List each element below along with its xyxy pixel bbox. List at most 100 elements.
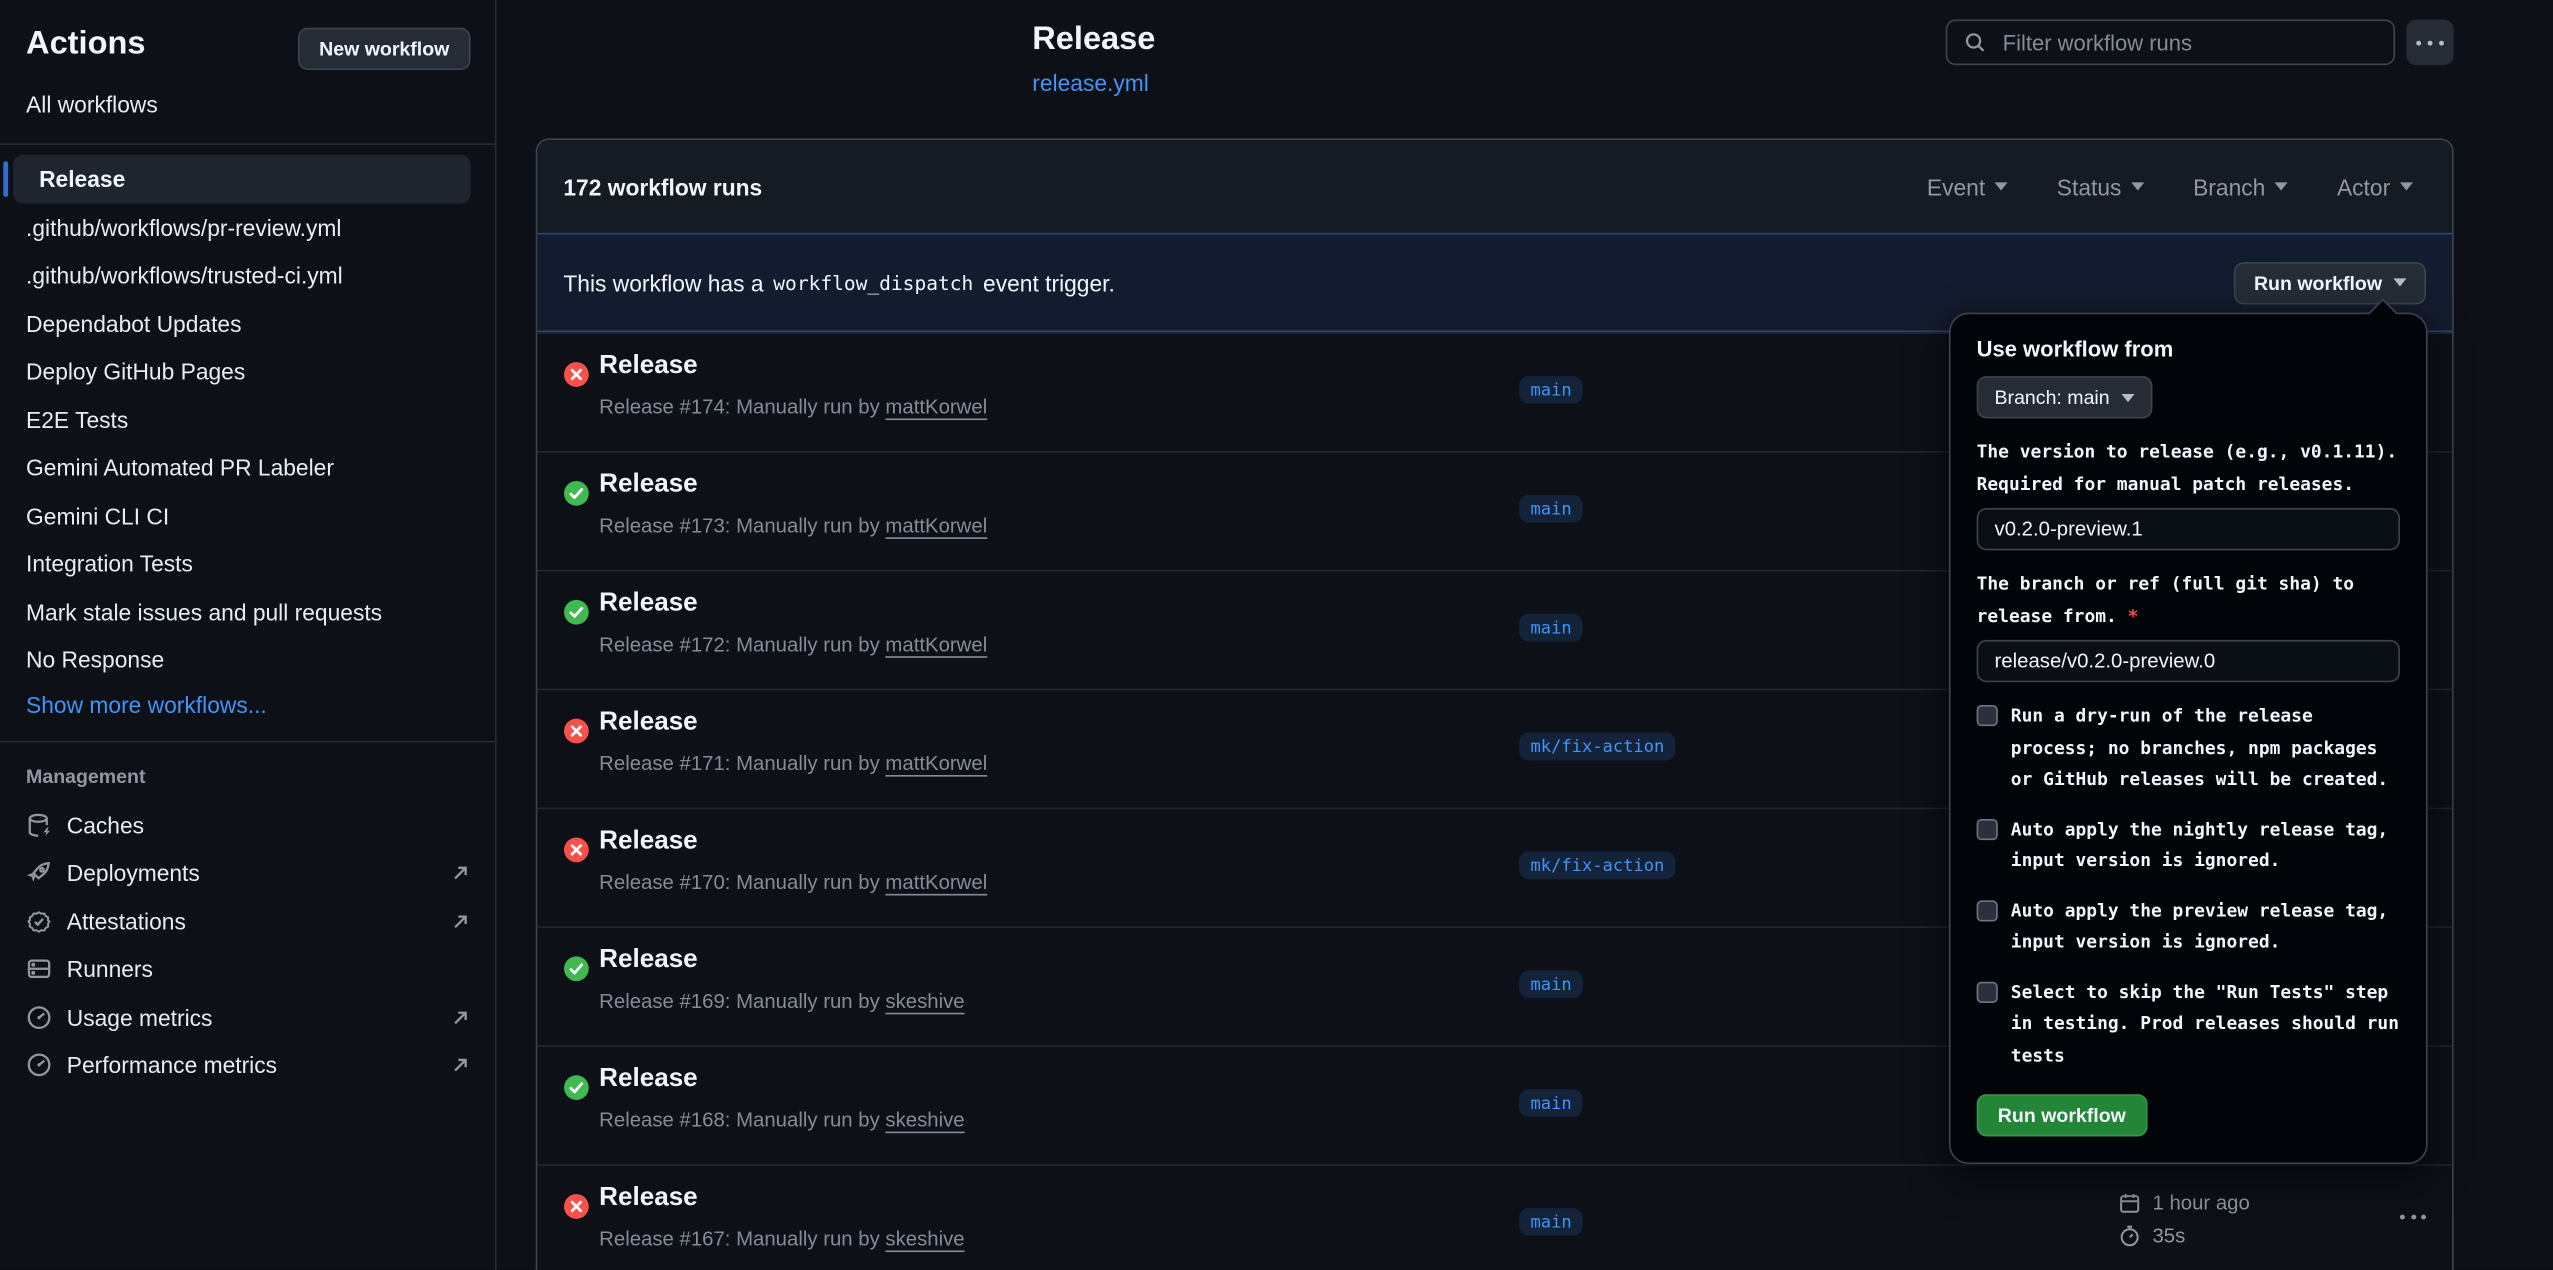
sidebar-divider: [0, 143, 497, 145]
sidebar: Actions New workflow All workflows Relea…: [0, 0, 497, 1270]
sidebar-item-deployments[interactable]: Deployments: [0, 849, 497, 897]
run-options-button[interactable]: [2400, 1215, 2426, 1220]
filter-workflow-runs-input[interactable]: [1999, 28, 2377, 56]
checkbox-label: Select to skip the "Run Tests" step in t…: [2011, 976, 2400, 1071]
cache-icon: [26, 812, 52, 838]
new-workflow-button[interactable]: New workflow: [298, 28, 471, 70]
checkbox-label: Run a dry-run of the release process; no…: [2011, 700, 2400, 795]
sidebar-divider: [0, 741, 497, 743]
checkbox[interactable]: [1977, 705, 1998, 726]
sidebar-workflow-item[interactable]: Gemini CLI CI: [0, 492, 497, 540]
actor-link[interactable]: skeshive: [885, 1228, 964, 1251]
run-title-link[interactable]: Release: [599, 827, 698, 856]
meter-icon: [26, 1052, 52, 1078]
run-status-icon: [563, 1075, 589, 1101]
checkbox[interactable]: [1977, 900, 1998, 921]
chevron-down-icon: [1995, 182, 2008, 190]
version-input[interactable]: [1977, 508, 2400, 550]
workflow-file-link[interactable]: release.yml: [1032, 70, 1149, 96]
branch-badge[interactable]: mk/fix-action: [1519, 733, 1676, 761]
show-more-workflows-link[interactable]: Show more workflows...: [26, 692, 267, 718]
sidebar-workflow-item[interactable]: No Response: [0, 636, 497, 684]
sidebar-workflow-item[interactable]: .github/workflows/pr-review.yml: [0, 204, 497, 252]
actor-link[interactable]: skeshive: [885, 1109, 964, 1132]
actor-link[interactable]: mattKorwel: [885, 515, 987, 538]
branch-badge[interactable]: main: [1519, 1089, 1583, 1117]
branch-badge[interactable]: main: [1519, 1208, 1583, 1236]
run-status-icon: [563, 480, 589, 506]
branch-badge[interactable]: main: [1519, 970, 1583, 998]
sidebar-item-release-selected[interactable]: Release: [13, 155, 471, 204]
external-link-icon: [451, 1055, 471, 1075]
field-description: The version to release (e.g., v0.1.11). …: [1977, 436, 2400, 499]
workflow-title: Release: [1032, 21, 1155, 58]
run-status-icon: [563, 956, 589, 982]
sidebar-workflow-item[interactable]: Deploy GitHub Pages: [0, 348, 497, 396]
runs-count: 172 workflow runs: [563, 173, 762, 199]
run-title-link[interactable]: Release: [599, 352, 698, 381]
sidebar-workflow-item[interactable]: Gemini Automated PR Labeler: [0, 444, 497, 492]
external-link-icon: [451, 1007, 471, 1027]
filter-dropdown[interactable]: Actor: [2337, 173, 2413, 199]
checkbox-row: Auto apply the nightly release tag, inpu…: [1977, 813, 2400, 876]
actor-link[interactable]: skeshive: [885, 990, 964, 1013]
branch-badge[interactable]: mk/fix-action: [1519, 852, 1676, 880]
run-title-link[interactable]: Release: [599, 1184, 698, 1213]
checkbox-row: Select to skip the "Run Tests" step in t…: [1977, 976, 2400, 1071]
run-workflow-popup: Use workflow from Branch: main The versi…: [1949, 313, 2428, 1165]
branch-select-button[interactable]: Branch: main: [1977, 376, 2152, 418]
checkbox-row: Auto apply the preview release tag, inpu…: [1977, 895, 2400, 958]
filter-dropdown[interactable]: Event: [1927, 173, 2008, 199]
branch-ref-input[interactable]: [1977, 640, 2400, 682]
run-workflow-dropdown-button[interactable]: Run workflow: [2234, 261, 2426, 303]
workflow-dispatch-code: workflow_dispatch: [773, 271, 973, 294]
sidebar-item-caches[interactable]: Caches: [0, 801, 497, 849]
actor-link[interactable]: mattKorwel: [885, 396, 987, 419]
runs-header: 172 workflow runs Event Status: [537, 140, 2452, 233]
sidebar-workflow-item[interactable]: Mark stale issues and pull requests: [0, 588, 497, 636]
run-title-link[interactable]: Release: [599, 708, 698, 737]
workflow-run-row[interactable]: Release Release #167: Manually run by sk…: [537, 1164, 2452, 1270]
workflow-options-button[interactable]: [2406, 20, 2453, 66]
actor-link[interactable]: mattKorwel: [885, 752, 987, 775]
branch-badge[interactable]: main: [1519, 614, 1583, 642]
run-title-link[interactable]: Release: [599, 1065, 698, 1094]
run-title-link[interactable]: Release: [599, 946, 698, 975]
run-status-icon: [563, 599, 589, 625]
sidebar-item-runners[interactable]: Runners: [0, 945, 497, 993]
checkbox[interactable]: [1977, 818, 1998, 839]
run-description: Release #169: Manually run by skeshive: [599, 990, 964, 1013]
checkbox[interactable]: [1977, 981, 1998, 1002]
run-description: Release #170: Manually run by mattKorwel: [599, 871, 987, 894]
actor-link[interactable]: mattKorwel: [885, 633, 987, 656]
server-icon: [26, 956, 52, 982]
popup-heading: Use workflow from: [1977, 337, 2400, 361]
sidebar-item-usage-metrics[interactable]: Usage metrics: [0, 993, 497, 1041]
run-title-link[interactable]: Release: [599, 471, 698, 500]
sidebar-item-attestations[interactable]: Attestations: [0, 897, 497, 945]
popup-checkboxes: Run a dry-run of the release process; no…: [1977, 700, 2400, 1071]
branch-badge[interactable]: main: [1519, 376, 1583, 404]
selected-accent-bar: [3, 161, 8, 197]
sidebar-workflow-item[interactable]: .github/workflows/trusted-ci.yml: [0, 252, 497, 300]
external-link-icon: [451, 863, 471, 883]
run-status-icon: [563, 718, 589, 744]
sidebar-item-performance-metrics[interactable]: Performance metrics: [0, 1041, 497, 1089]
filter-dropdown[interactable]: Status: [2057, 173, 2144, 199]
page-title: Actions: [26, 26, 145, 63]
filter-dropdown[interactable]: Branch: [2193, 173, 2288, 199]
sidebar-workflow-item[interactable]: Integration Tests: [0, 540, 497, 588]
calendar-icon: [2118, 1191, 2141, 1214]
branch-badge[interactable]: main: [1519, 495, 1583, 523]
sidebar-workflow-item[interactable]: E2E Tests: [0, 396, 497, 444]
management-list: Caches Deployments: [0, 801, 497, 1089]
run-workflow-submit-button[interactable]: Run workflow: [1977, 1094, 2147, 1136]
checkbox-label: Auto apply the preview release tag, inpu…: [2011, 895, 2400, 958]
sidebar-item-all-workflows[interactable]: All workflows: [26, 91, 158, 117]
run-title-link[interactable]: Release: [599, 589, 698, 618]
actor-link[interactable]: mattKorwel: [885, 871, 987, 894]
sidebar-item-label: Release: [39, 166, 125, 192]
sidebar-workflow-item[interactable]: Dependabot Updates: [0, 300, 497, 348]
run-description: Release #173: Manually run by mattKorwel: [599, 515, 987, 538]
run-description: Release #168: Manually run by skeshive: [599, 1109, 964, 1132]
